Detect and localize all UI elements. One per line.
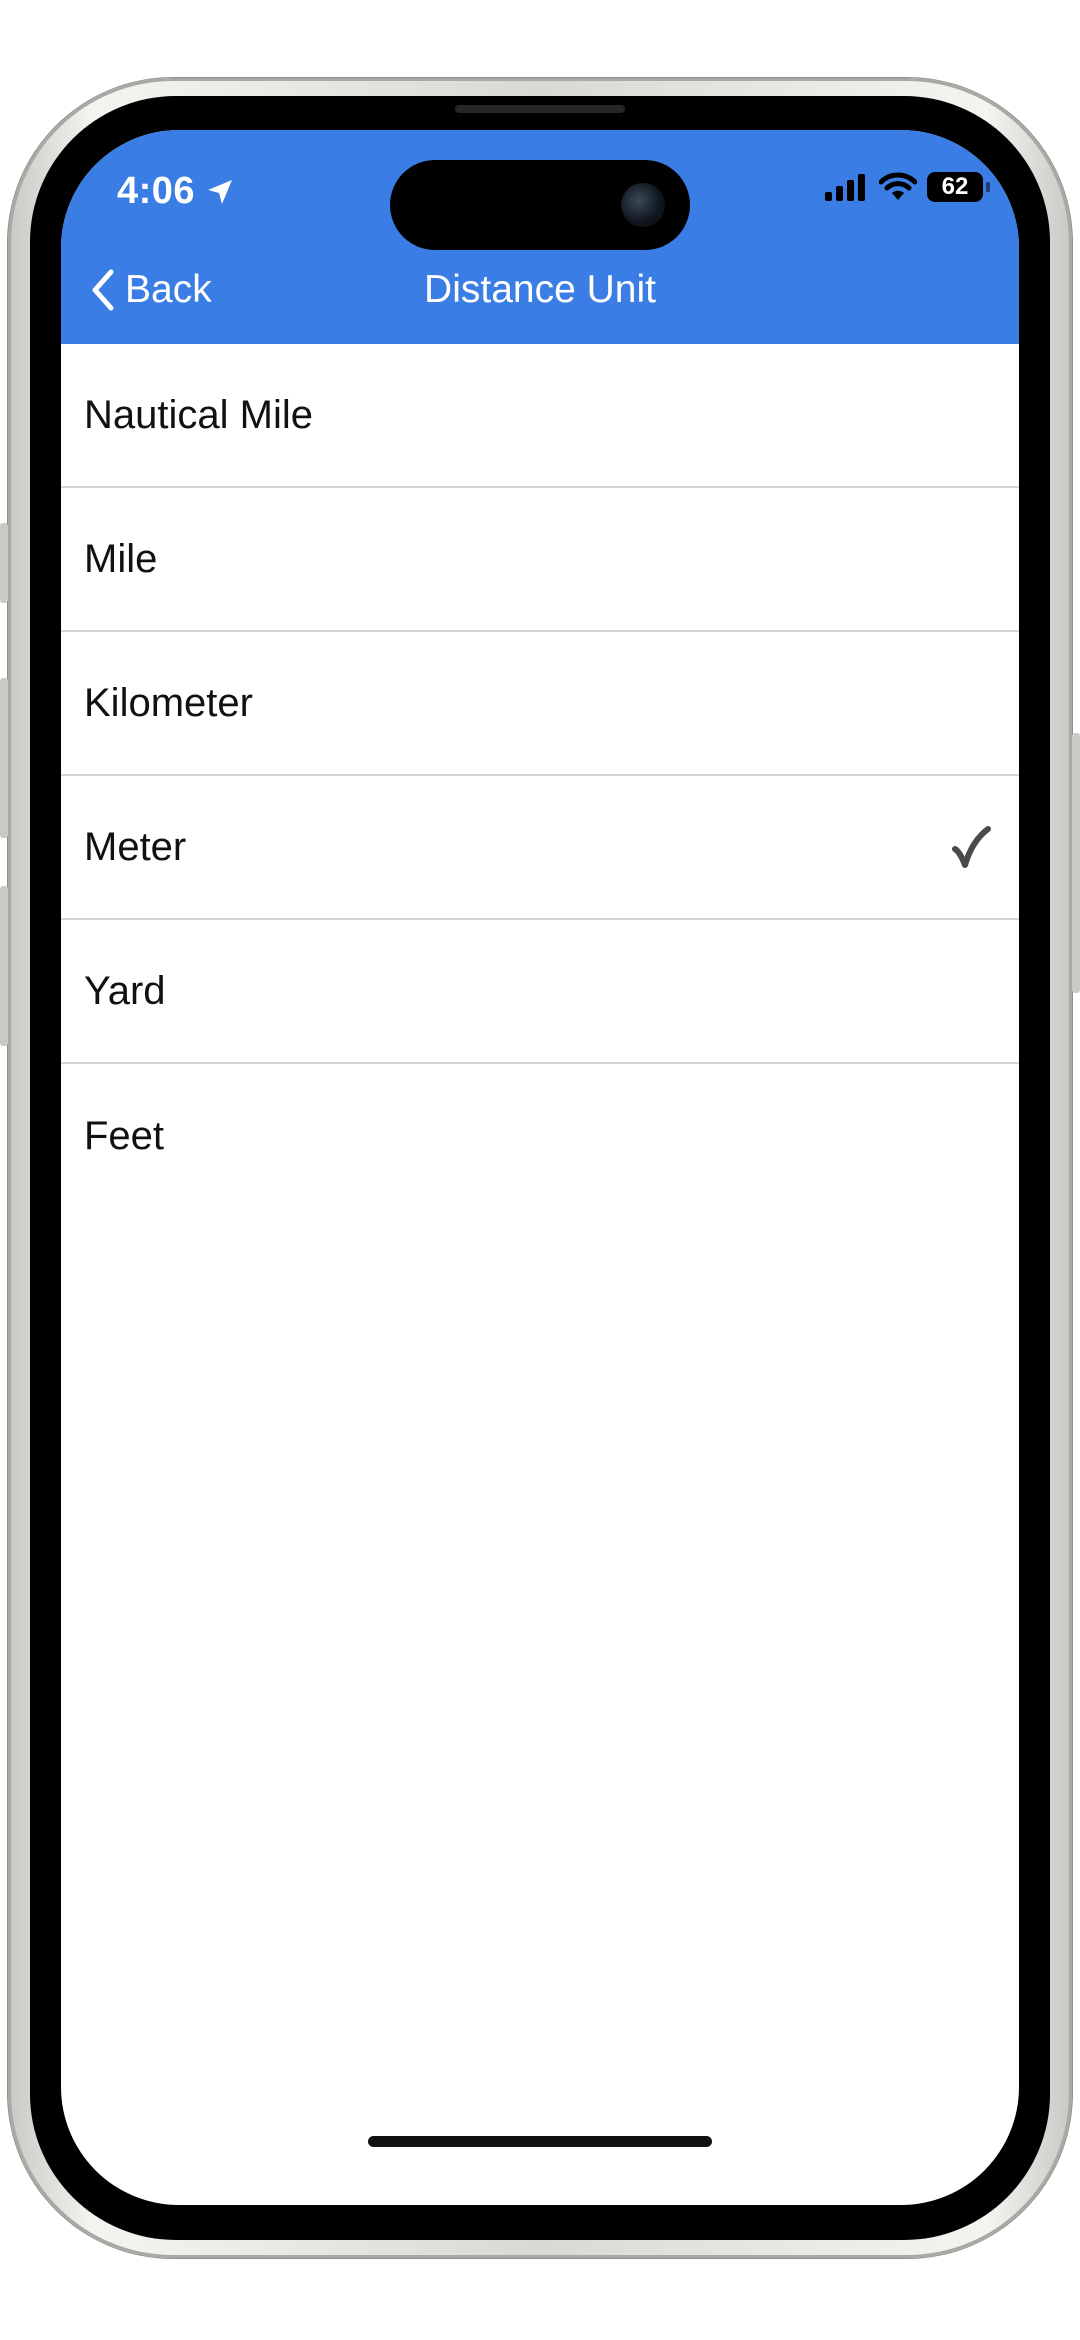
checkmark-icon <box>952 826 991 868</box>
dynamic-island <box>390 160 690 250</box>
back-label: Back <box>125 268 212 311</box>
back-button[interactable]: Back <box>89 268 212 312</box>
unit-option-feet[interactable]: Feet <box>61 1064 1019 1208</box>
unit-label: Kilometer <box>84 680 253 725</box>
volume-down-button <box>0 886 8 1046</box>
unit-option-mile[interactable]: Mile <box>61 488 1019 632</box>
power-button <box>1072 733 1080 993</box>
earpiece-speaker <box>455 105 625 113</box>
unit-list: Nautical Mile Mile Kilometer Meter Yard … <box>61 344 1019 1208</box>
unit-option-nautical-mile[interactable]: Nautical Mile <box>61 344 1019 488</box>
location-arrow-icon <box>208 179 233 204</box>
front-camera <box>621 183 665 227</box>
status-time-group: 4:06 <box>117 170 235 213</box>
unit-label: Mile <box>84 536 158 581</box>
home-indicator[interactable] <box>368 2136 712 2147</box>
wifi-icon <box>879 172 917 200</box>
unit-label: Meter <box>84 824 187 869</box>
battery-level: 62 <box>941 173 969 200</box>
unit-option-kilometer[interactable]: Kilometer <box>61 632 1019 776</box>
unit-option-yard[interactable]: Yard <box>61 920 1019 1064</box>
cellular-signal-icon <box>825 174 865 201</box>
battery-icon: 62 <box>927 172 990 202</box>
unit-option-meter[interactable]: Meter <box>61 776 1019 920</box>
chevron-left-icon <box>92 269 114 311</box>
unit-label: Feet <box>84 1113 165 1158</box>
status-icons: 62 <box>825 172 990 202</box>
volume-up-button <box>0 678 8 838</box>
unit-label: Yard <box>84 968 166 1013</box>
navigation-bar: 4:06 62 Back Distance Unit <box>61 130 1019 344</box>
screen: 4:06 62 Back Distance Unit Nautical Mile… <box>61 130 1019 2205</box>
status-time: 4:06 <box>117 170 196 212</box>
unit-label: Nautical Mile <box>84 392 313 437</box>
action-button <box>0 523 8 603</box>
